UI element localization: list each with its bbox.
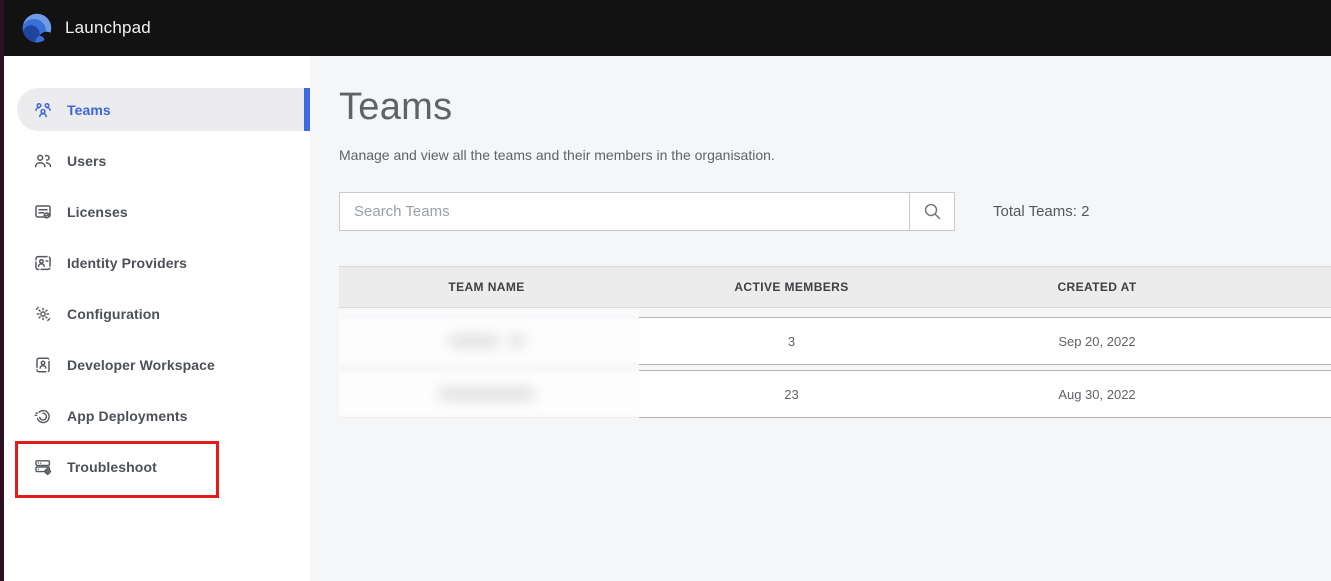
launchpad-logo-icon: [20, 11, 54, 45]
team-name-redacted: [339, 387, 634, 401]
sidebar-item-app-deployments[interactable]: App Deployments: [4, 394, 310, 437]
active-indicator-bar: [304, 88, 310, 131]
active-members-cell: 23: [634, 387, 949, 402]
column-header-active-members[interactable]: ACTIVE MEMBERS: [634, 280, 949, 294]
sidebar-item-label: Developer Workspace: [67, 357, 215, 373]
identity-providers-icon: [33, 253, 53, 273]
page-subtitle: Manage and view all the teams and their …: [339, 147, 1331, 163]
redacted-text-blob: [449, 334, 499, 348]
sidebar-item-users[interactable]: Users: [4, 139, 310, 182]
table-body: 3 Sep 20, 2022 23 Aug 30, 2022: [339, 317, 1331, 418]
main-content: Teams Manage and view all the teams and …: [310, 56, 1331, 581]
page-title: Teams: [339, 86, 1331, 129]
app-title: Launchpad: [65, 18, 151, 38]
teams-table: TEAM NAME ACTIVE MEMBERS CREATED AT 3 Se…: [339, 266, 1331, 418]
sidebar-item-licenses[interactable]: Licenses: [4, 190, 310, 233]
licenses-icon: [33, 202, 53, 222]
total-teams-count: Total Teams: 2: [993, 203, 1089, 220]
sidebar-item-configuration[interactable]: Configuration: [4, 292, 310, 335]
column-header-team-name[interactable]: TEAM NAME: [339, 280, 634, 294]
sidebar-item-label: Configuration: [67, 306, 160, 322]
table-header-row: TEAM NAME ACTIVE MEMBERS CREATED AT: [339, 266, 1331, 308]
search-input[interactable]: [340, 193, 909, 230]
sidebar-item-teams[interactable]: Teams: [17, 88, 310, 131]
app-deployments-icon: [33, 406, 53, 426]
sidebar-item-troubleshoot[interactable]: Troubleshoot: [4, 445, 310, 488]
search-icon: [922, 201, 943, 222]
redacted-text-blob: [509, 334, 525, 348]
created-at-cell: Aug 30, 2022: [949, 387, 1245, 402]
sidebar-item-label: Users: [67, 153, 106, 169]
table-row[interactable]: 23 Aug 30, 2022: [339, 370, 1331, 418]
sidebar-item-label: Licenses: [67, 204, 128, 220]
search-button[interactable]: [909, 193, 954, 230]
sidebar-item-label: App Deployments: [67, 408, 188, 424]
redacted-text-blob: [439, 387, 534, 401]
sidebar-item-label: Teams: [67, 102, 111, 118]
sidebar-item-label: Identity Providers: [67, 255, 187, 271]
search-row: Total Teams: 2: [339, 192, 1331, 231]
active-members-cell: 3: [634, 334, 949, 349]
users-icon: [33, 151, 53, 171]
created-at-cell: Sep 20, 2022: [949, 334, 1245, 349]
sidebar: Teams Users: [4, 56, 310, 581]
sidebar-item-identity-providers[interactable]: Identity Providers: [4, 241, 310, 284]
developer-workspace-icon: [33, 355, 53, 375]
team-name-redacted: [339, 334, 634, 348]
table-row[interactable]: 3 Sep 20, 2022: [339, 317, 1331, 365]
teams-icon: [33, 100, 53, 120]
sidebar-item-label: Troubleshoot: [67, 459, 157, 475]
topbar: Launchpad: [0, 0, 1331, 56]
troubleshoot-icon: [33, 457, 53, 477]
sidebar-nav: Teams Users: [4, 56, 310, 488]
configuration-icon: [33, 304, 53, 324]
column-header-created-at[interactable]: CREATED AT: [949, 280, 1245, 294]
window-edge-strip: [0, 0, 4, 581]
searchbox: [339, 192, 955, 231]
sidebar-item-developer-workspace[interactable]: Developer Workspace: [4, 343, 310, 386]
